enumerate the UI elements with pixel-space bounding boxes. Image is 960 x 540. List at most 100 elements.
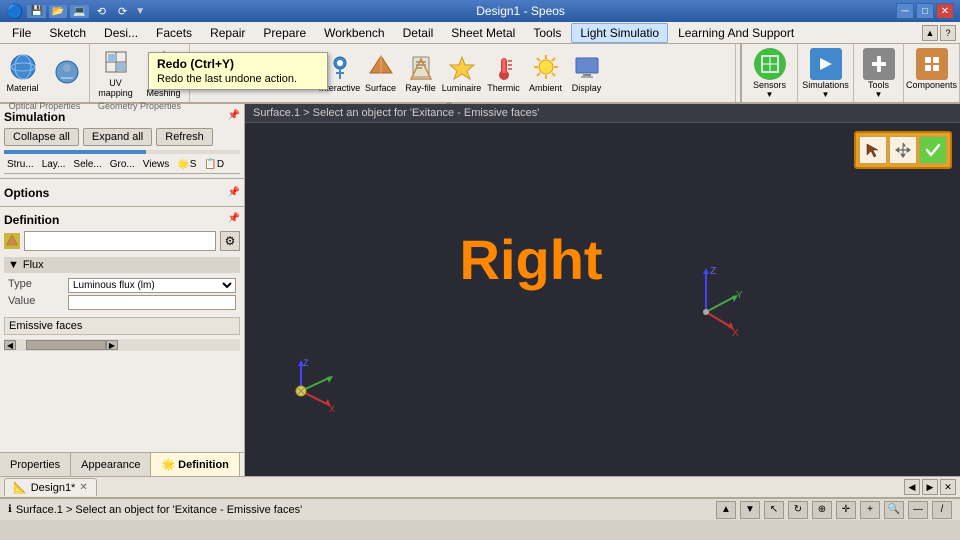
vp-pan-btn[interactable]: [889, 136, 917, 164]
options-pin[interactable]: 📌: [228, 187, 240, 198]
uv-mapping-icon: [102, 48, 130, 76]
tools-ribbon-btn[interactable]: Tools ▼: [863, 48, 895, 99]
horizontal-scrollbar[interactable]: ◀ ▶: [4, 339, 240, 351]
redo-btn[interactable]: ⟳: [114, 4, 131, 19]
simulations-btn[interactable]: Simulations ▼: [802, 48, 849, 99]
viewport-content[interactable]: Right Z Y X: [245, 123, 960, 471]
luminaire-label: Luminaire: [442, 83, 482, 93]
thermic-btn[interactable]: Thermic: [484, 48, 524, 98]
material2-btn[interactable]: [46, 48, 88, 98]
sim-pin[interactable]: 📌: [228, 110, 240, 124]
flux-type-select[interactable]: Luminous flux (lm): [68, 278, 236, 293]
tb-icon2[interactable]: 📂: [49, 5, 67, 18]
tab-definition[interactable]: 🌟 Definition: [151, 453, 239, 476]
title-bar: 🔵 💾 📂 💻 ⟲ ⟳ ▼ Design1 - Speos ─ □ ✕: [0, 0, 960, 22]
menu-sheet-metal[interactable]: Sheet Metal: [443, 24, 523, 42]
optical-props-section: Material Optical Properties: [0, 44, 90, 102]
flux-value-label: Value: [8, 295, 68, 310]
material-btn[interactable]: Material: [2, 48, 44, 98]
definition-section: Definition 📌 Surface.1 ⚙ ▼ Flux: [0, 207, 244, 452]
design1-tab-close[interactable]: ✕: [79, 482, 87, 493]
collapse-all-btn[interactable]: Collapse all: [4, 128, 79, 146]
status-select-btn[interactable]: ⊕: [812, 501, 832, 519]
app-icon: 🔵: [6, 3, 23, 20]
status-move-btn[interactable]: ✛: [836, 501, 856, 519]
undo-btn[interactable]: ⟲: [93, 4, 110, 19]
close-btn[interactable]: ✕: [936, 3, 954, 19]
material-icon: [9, 53, 37, 81]
components-btn[interactable]: Components: [906, 48, 957, 90]
menu-learning[interactable]: Learning And Support: [670, 24, 802, 42]
sim-tab-lay[interactable]: Lay...: [39, 158, 69, 171]
sim-tab-star-s[interactable]: 🌟S: [174, 158, 199, 171]
status-rotate-btn[interactable]: ↻: [788, 501, 808, 519]
def-input-row: Surface.1 ⚙: [4, 231, 240, 251]
definition-input[interactable]: Surface.1: [24, 231, 216, 251]
tab-appearance[interactable]: Appearance: [71, 453, 151, 476]
menu-repair[interactable]: Repair: [202, 24, 253, 42]
sim-tab-gro[interactable]: Gro...: [107, 158, 138, 171]
definition-pin[interactable]: 📌: [228, 213, 240, 227]
display-btn[interactable]: Display: [568, 48, 606, 98]
status-minus-btn[interactable]: —: [908, 501, 928, 519]
sensors-btn[interactable]: Sensors ▼: [753, 48, 786, 99]
menu-tools[interactable]: Tools: [525, 24, 569, 42]
menu-sketch[interactable]: Sketch: [41, 24, 94, 42]
svg-text:Z: Z: [710, 266, 716, 277]
status-up-btn[interactable]: ▲: [716, 501, 736, 519]
surface-btn[interactable]: Surface: [362, 48, 400, 98]
tb-icon3[interactable]: 💻: [70, 5, 88, 18]
simulation-section: Simulation 📌 Collapse all Expand all Ref…: [0, 104, 244, 179]
tb-icon1[interactable]: 💾: [27, 5, 45, 18]
flux-collapse-icon[interactable]: ▼: [8, 259, 19, 271]
menu-workbench[interactable]: Workbench: [316, 24, 392, 42]
main-content: Simulation 📌 Collapse all Expand all Ref…: [0, 104, 960, 476]
ambient-btn[interactable]: Ambient: [526, 48, 566, 98]
sim-tab-stru[interactable]: Stru...: [4, 158, 37, 171]
maximize-btn[interactable]: □: [916, 3, 934, 19]
vp-confirm-btn[interactable]: [919, 136, 947, 164]
menu-help[interactable]: ?: [940, 25, 956, 41]
tab-nav-right[interactable]: ▶: [922, 479, 938, 495]
scroll-right-btn[interactable]: ▶: [106, 340, 118, 350]
menu-facets[interactable]: Facets: [148, 24, 200, 42]
luminaire-btn[interactable]: Luminaire: [442, 48, 482, 98]
title-bar-controls: ─ □ ✕: [896, 3, 954, 19]
sim-tab-d[interactable]: 📋D: [201, 158, 227, 171]
status-zoom-btn[interactable]: +: [860, 501, 880, 519]
scroll-left-btn[interactable]: ◀: [4, 340, 16, 350]
design1-tab[interactable]: 📐 Design1* ✕: [4, 478, 97, 496]
status-slash-btn[interactable]: /: [932, 501, 952, 519]
thermic-icon: [490, 53, 518, 81]
status-down-btn[interactable]: ▼: [740, 501, 760, 519]
menu-prepare[interactable]: Prepare: [255, 24, 314, 42]
scrollbar-thumb[interactable]: [26, 340, 106, 350]
viewport-header: Surface.1 > Select an object for 'Exitan…: [245, 104, 960, 123]
status-magnify-btn[interactable]: 🔍: [884, 501, 904, 519]
menu-file[interactable]: File: [4, 24, 39, 42]
sim-tab-views[interactable]: Views: [140, 158, 173, 171]
tab-properties[interactable]: Properties: [0, 453, 71, 476]
uv-mapping-btn[interactable]: UV mapping: [93, 48, 139, 98]
tab-nav-left[interactable]: ◀: [904, 479, 920, 495]
menu-bar: File Sketch Desi... Facets Repair Prepar…: [0, 22, 960, 44]
vp-select-btn[interactable]: [859, 136, 887, 164]
ray-file-btn[interactable]: Ray-file: [402, 48, 440, 98]
expand-all-btn[interactable]: Expand all: [83, 128, 152, 146]
menu-detail[interactable]: Detail: [395, 24, 442, 42]
def-gear-btn[interactable]: ⚙: [220, 231, 240, 251]
menu-light-sim[interactable]: Light Simulatio: [571, 23, 668, 43]
surface-icon: [367, 53, 395, 81]
refresh-btn[interactable]: Refresh: [156, 128, 213, 146]
design1-tab-icon: 📐: [13, 481, 27, 494]
flux-value-input[interactable]: 683 lm: [68, 295, 236, 310]
left-panel: Simulation 📌 Collapse all Expand all Ref…: [0, 104, 245, 476]
status-cursor-btn[interactable]: ↖: [764, 501, 784, 519]
menu-design[interactable]: Desi...: [96, 24, 146, 42]
minimize-btn[interactable]: ─: [896, 3, 914, 19]
tab-nav-close[interactable]: ✕: [940, 479, 956, 495]
menu-arrow-up[interactable]: ▲: [922, 25, 938, 41]
material2-icon: [53, 58, 81, 86]
display-label: Display: [572, 83, 602, 93]
sim-tab-sele[interactable]: Sele...: [70, 158, 104, 171]
